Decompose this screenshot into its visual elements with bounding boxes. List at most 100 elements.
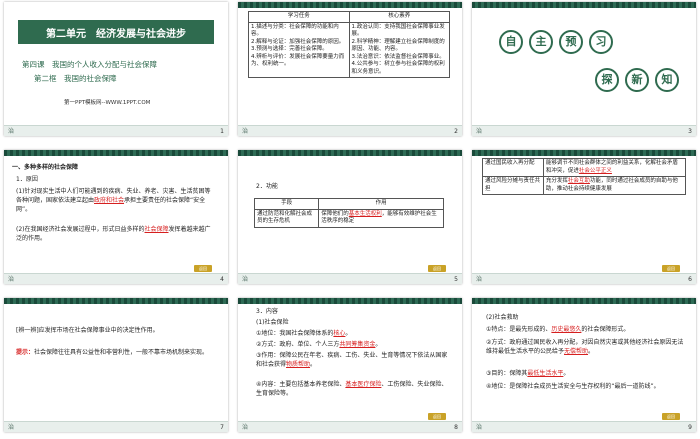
task-item: 2.解释与论证：加强社会保障的原因。: [251, 38, 345, 45]
key-term: 历史最悠久: [551, 326, 582, 333]
task-item: 1.描述与分类：社会保障的功能和内容。: [251, 23, 339, 38]
subheading: (2)社会救助: [486, 314, 519, 321]
function-table: 手段 作用 通过防范和化解社会成员的生存危机 保障他们的基本生活权利，能够有效维…: [253, 198, 444, 228]
circle-char: 预: [559, 30, 583, 54]
slide-number: 2: [454, 128, 458, 135]
literacy-item: 3.法治意识：依法监督社会保障事业。: [351, 53, 445, 60]
slide-thumbnail-8[interactable]: 3．内容 (1)社会保险 ①地位：我国社会保障体系的核心。 ②方式：政府、单位、…: [238, 298, 462, 432]
slide-footer: [238, 125, 462, 136]
content-item: ②方式：政府、单位、个人三方共同筹集资金。: [256, 341, 382, 348]
header-literacy: 核心素养: [348, 11, 450, 23]
subheading: 1．原因: [16, 176, 38, 183]
paragraph: (2)在我国经济社会发展过程中，形式日益多样的社会保障发挥着越来越广泛的作用。: [16, 226, 211, 242]
footer-logo: 治: [8, 424, 15, 431]
literacy-cell: 1.政治认同：支持我国社会保障事业发展。 2.科学精神：理解建立社会保障制度的原…: [348, 21, 450, 78]
function-table-continued: 通过国民收入再分配 能够调节不同社会群体之间的利益关系，化解社会矛盾和冲突，促进…: [482, 158, 687, 195]
means-cell: 通过风险分摊与责任共担: [482, 176, 544, 195]
means-cell: 通过国民收入再分配: [482, 158, 544, 177]
footer-logo: 治: [242, 424, 249, 431]
slide-footer: [4, 273, 228, 284]
footer-logo: 治: [8, 128, 15, 135]
content-item: ①特点：是最先形成的、历史最悠久的社会保障形式。: [486, 326, 630, 333]
footer-logo: 治: [476, 128, 483, 135]
key-term: 共同筹集资金: [339, 341, 376, 348]
return-button[interactable]: 返回: [428, 265, 446, 272]
task-literacy-table: 学习任务 核心素养 1.描述与分类：社会保障的功能和内容。 2.解释与论证：加强…: [248, 11, 450, 78]
key-term: 核心: [333, 330, 346, 337]
top-stripe: [472, 2, 696, 8]
slide-footer: [472, 125, 696, 136]
return-button[interactable]: 返回: [662, 413, 680, 420]
slide-number: 3: [688, 128, 692, 135]
slide-number: 8: [454, 424, 458, 431]
circle-char: 主: [529, 30, 553, 54]
circle-char: 知: [655, 68, 679, 92]
slide-number: 7: [220, 424, 224, 431]
key-term: 社会互助: [567, 178, 590, 184]
slide-thumbnail-6[interactable]: 通过国民收入再分配 能够调节不同社会群体之间的利益关系，化解社会矛盾和冲突，促进…: [472, 150, 696, 284]
top-stripe: [4, 150, 228, 156]
top-stripe: [238, 150, 462, 156]
return-button[interactable]: 返回: [194, 265, 212, 272]
slide-number: 5: [454, 276, 458, 283]
content-item: ④内容：主要包括基本养老保险、基本医疗保险、工伤保险、失业保险、生育保险等。: [256, 381, 448, 397]
key-term: 基本生活权利: [348, 210, 382, 217]
task-item: 3.预测与选择：完善社会保障。: [251, 46, 328, 52]
section-heading: 一、多种多样的社会保障: [12, 164, 79, 171]
literacy-item: 1.政治认同：支持我国社会保障事业发展。: [351, 23, 445, 38]
footer-logo: 治: [476, 424, 483, 431]
key-term: 政府和社会: [94, 197, 125, 204]
circle-char: 自: [499, 30, 523, 54]
section-title: 第二框 我国的社会保障: [34, 74, 117, 83]
return-button[interactable]: 返回: [662, 265, 680, 272]
slide-thumbnail-7[interactable]: [辨一辨]应发挥市场在社会保障事业中的决定性作用。 提示：社会保障往往具有公益性…: [4, 298, 228, 432]
literacy-item: 4.公共参与：树立参与社会保障的权利和义务意识。: [351, 61, 445, 75]
explore-heading: 探新知: [592, 68, 682, 92]
slide-number: 1: [220, 128, 224, 135]
header-task: 学习任务: [248, 11, 350, 23]
key-term: 社会保障: [144, 226, 169, 233]
task-cell: 1.描述与分类：社会保障的功能和内容。 2.解释与论证：加强社会保障的原因。 3…: [248, 21, 350, 78]
content-item: ④地位：是保障社会成员生活安全与生存权利的“最后一道防线”。: [486, 383, 660, 390]
content-item: ③作用：保障公民在年老、疾病、工伤、失业、生育等情况下依法从国家和社会获得物质帮…: [256, 352, 448, 368]
slide-thumbnail-3[interactable]: 自主预习 探新知 治 3: [472, 2, 696, 136]
effect-cell: 保障他们的基本生活权利，能够有效维护社会生活秩序的稳定: [318, 208, 444, 228]
key-term: 无偿帮助: [564, 348, 589, 355]
slide-thumbnail-5[interactable]: 2．功能 手段 作用 通过防范和化解社会成员的生存危机 保障他们的基本生活权利，…: [238, 150, 462, 284]
means-cell: 通过防范和化解社会成员的生存危机: [253, 208, 320, 228]
hint-paragraph: 提示：社会保障往往具有公益性和非营利性，一般不靠市场机制来实现。: [16, 349, 209, 356]
slide-thumbnail-9[interactable]: (2)社会救助 ①特点：是最先形成的、历史最悠久的社会保障形式。 ②方式：政府通…: [472, 298, 696, 432]
header-effect: 作用: [318, 198, 444, 210]
footer-logo: 治: [242, 276, 249, 283]
top-stripe: [472, 298, 696, 304]
slide-thumbnail-2[interactable]: 学习任务 核心素养 1.描述与分类：社会保障的功能和内容。 2.解释与论证：加强…: [238, 2, 462, 136]
literacy-item: 2.科学精神：理解建立社会保障制度的原因、功能、内容。: [351, 38, 445, 53]
return-button[interactable]: 返回: [428, 413, 446, 420]
top-stripe: [4, 298, 228, 304]
preview-heading: 自主预习: [496, 30, 616, 54]
section-heading: 2．功能: [256, 183, 278, 190]
effect-cell: 能够调节不同社会群体之间的利益关系，化解社会矛盾和冲突，促进社会公平正义: [542, 158, 687, 177]
footer-logo: 治: [8, 276, 15, 283]
slide-footer: [238, 273, 462, 284]
discussion-question: [辨一辨]应发挥市场在社会保障事业中的决定性作用。: [16, 327, 159, 334]
subheading: (1)社会保险: [256, 319, 289, 326]
slide-thumbnail-1[interactable]: 第二单元 经济发展与社会进步 第四课 我国的个人收入分配与社会保障 第二框 我国…: [4, 2, 228, 136]
key-term: 基本医疗保险: [345, 381, 382, 388]
slide-thumbnail-4[interactable]: 一、多种多样的社会保障 1．原因 (1)针对现实生活中人们可能遇到的疾病、失业、…: [4, 150, 228, 284]
header-means: 手段: [253, 198, 320, 210]
content-item: ②方式：政府通过国民收入再分配，对因自然灾害或其他经济社会原因无法维持最低生活水…: [486, 339, 684, 355]
effect-cell: 充分发挥社会互助功能，同时通过社会成员的自助与他助，推动社会持续健康发展: [542, 176, 687, 195]
slide-footer: [4, 125, 228, 136]
site-link: 第一PPT模板网--WWW.1PPT.COM: [64, 100, 151, 106]
key-term: 物质帮助: [286, 361, 311, 368]
lesson-title: 第四课 我国的个人收入分配与社会保障: [22, 60, 157, 69]
section-heading: 3．内容: [256, 308, 278, 315]
top-stripe: [238, 2, 462, 8]
content-item: ③目的：保障其最低生活水平。: [486, 370, 570, 377]
slide-number: 6: [688, 276, 692, 283]
hint-label: 提示：: [16, 349, 35, 356]
slide-footer: [238, 421, 462, 432]
circle-char: 新: [625, 68, 649, 92]
slide-number: 9: [688, 424, 692, 431]
